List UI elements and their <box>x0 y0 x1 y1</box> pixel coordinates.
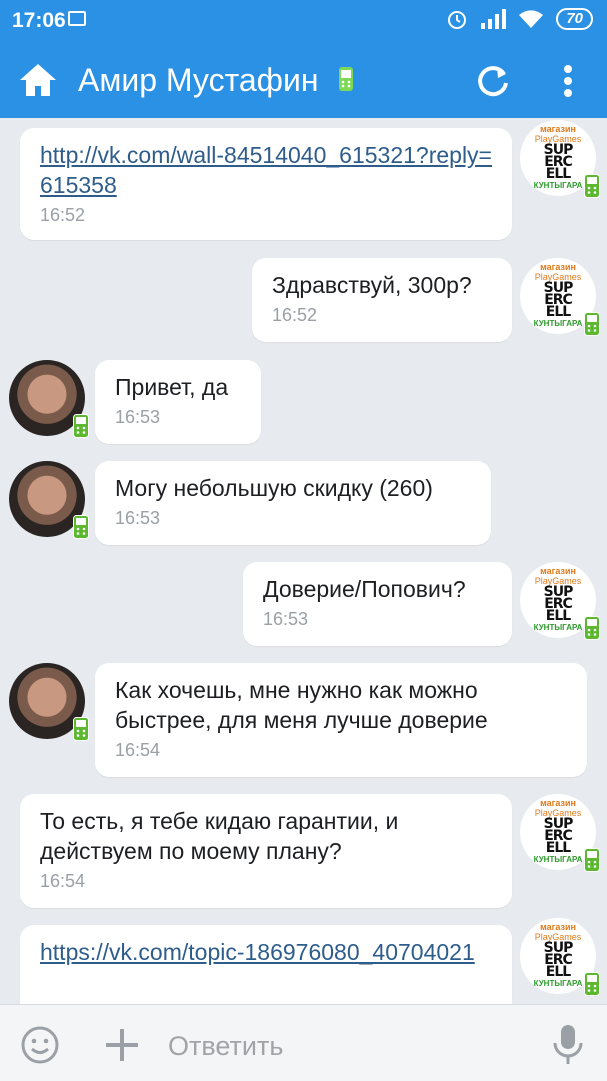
home-button[interactable] <box>14 56 62 104</box>
signal-icon <box>481 9 507 29</box>
reply-input[interactable] <box>166 1023 530 1069</box>
own-avatar[interactable]: магазин PlayGames SUP ERC ELL КУНТЫГАРА <box>520 562 600 640</box>
mobile-online-icon <box>584 312 600 336</box>
mobile-online-icon <box>73 717 89 741</box>
message-text: Здравствуй, 300р? <box>272 272 472 298</box>
message-time: 16:53 <box>263 609 309 629</box>
message-text: Могу небольшую скидку (260) <box>115 475 433 501</box>
message-text: То есть, я тебе кидаю гарантии, и действ… <box>40 808 399 864</box>
wifi-icon <box>519 10 544 28</box>
status-icons: 70 <box>446 8 593 30</box>
more-vert-icon <box>564 65 572 97</box>
own-avatar[interactable]: магазин PlayGames SUP ERC ELL КУНТЫГАРА <box>520 258 600 336</box>
mobile-online-icon <box>584 972 600 996</box>
refresh-button[interactable] <box>468 56 518 106</box>
shop-logo-text: SUP ERC ELL <box>543 816 574 856</box>
message-bubble[interactable]: Могу небольшую скидку (260) 16:53 <box>95 461 491 545</box>
shop-logo-text: SUP ERC ELL <box>543 584 574 624</box>
message-bubble[interactable]: Доверие/Попович? 16:53 <box>243 562 512 646</box>
status-bar: 17:06 70 <box>0 0 607 42</box>
shop-logo-text: магазин <box>540 262 576 272</box>
page-title: Амир Мустафин <box>78 62 319 98</box>
message-bubble[interactable]: Здравствуй, 300р? 16:52 <box>252 258 512 342</box>
message-time: 16:52 <box>272 305 318 325</box>
voice-message-button[interactable] <box>550 1023 586 1067</box>
home-icon <box>20 64 56 96</box>
mobile-online-icon <box>339 67 353 91</box>
message-bubble[interactable]: Как хочешь, мне нужно как можно быстрее,… <box>95 663 587 777</box>
own-avatar[interactable]: магазин PlayGames SUP ERC ELL КУНТЫГАРА <box>520 918 600 996</box>
mobile-online-icon <box>73 414 89 438</box>
message-bubble[interactable]: То есть, я тебе кидаю гарантии, и действ… <box>20 794 512 908</box>
emoji-icon <box>21 1026 59 1064</box>
app-bar: Амир Мустафин <box>0 42 607 118</box>
plus-icon <box>106 1029 138 1061</box>
message-text: Как хочешь, мне нужно как можно быстрее,… <box>115 677 488 733</box>
shop-logo-text: магазин <box>540 124 576 134</box>
own-avatar[interactable]: магазин PlayGames SUP ERC ELL КУНТЫГАРА <box>520 794 600 872</box>
own-avatar[interactable]: магазин PlayGames SUP ERC ELL КУНТЫГАРА <box>520 120 600 198</box>
message-time: 16:54 <box>115 740 161 760</box>
mobile-online-icon <box>73 515 89 539</box>
battery-indicator: 70 <box>556 8 593 30</box>
message-bubble[interactable]: Привет, да 16:53 <box>95 360 261 444</box>
refresh-icon <box>478 66 508 97</box>
message-link[interactable]: https://vk.com/topic-186976080_40704021 <box>40 937 492 967</box>
mobile-online-icon <box>584 174 600 198</box>
message-bubble[interactable]: https://vk.com/topic-186976080_40704021 <box>20 925 512 1004</box>
shop-logo-text: магазин <box>540 922 576 932</box>
message-time: 16:52 <box>40 205 86 225</box>
emoji-button[interactable] <box>20 1025 60 1065</box>
message-text: Доверие/Попович? <box>263 576 466 602</box>
attach-button[interactable] <box>102 1025 142 1065</box>
message-list[interactable]: http://vk.com/wall-84514040_615321?reply… <box>0 118 607 1004</box>
mobile-online-icon <box>584 616 600 640</box>
message-text: Привет, да <box>115 374 229 400</box>
shop-logo-text: магазин <box>540 566 576 576</box>
shop-logo-text: SUP ERC ELL <box>543 142 574 182</box>
shop-logo-text: SUP ERC ELL <box>543 280 574 320</box>
mail-notification-icon <box>68 11 86 26</box>
message-time: 16:53 <box>115 407 161 427</box>
shop-logo-text: магазин <box>540 798 576 808</box>
status-time: 17:06 <box>12 9 66 32</box>
more-options-button[interactable] <box>548 56 588 106</box>
contact-avatar[interactable] <box>9 461 89 539</box>
contact-avatar[interactable] <box>9 360 89 438</box>
alarm-icon <box>448 11 467 29</box>
mic-icon <box>553 1025 583 1064</box>
mobile-online-icon <box>584 848 600 872</box>
message-time: 16:54 <box>40 871 86 891</box>
shop-logo-text: SUP ERC ELL <box>543 940 574 980</box>
message-bubble[interactable]: http://vk.com/wall-84514040_615321?reply… <box>20 128 512 240</box>
message-time: 16:53 <box>115 508 161 528</box>
message-link[interactable]: http://vk.com/wall-84514040_615321?reply… <box>40 140 492 200</box>
contact-avatar[interactable] <box>9 663 89 741</box>
composer-bar <box>0 1004 607 1081</box>
